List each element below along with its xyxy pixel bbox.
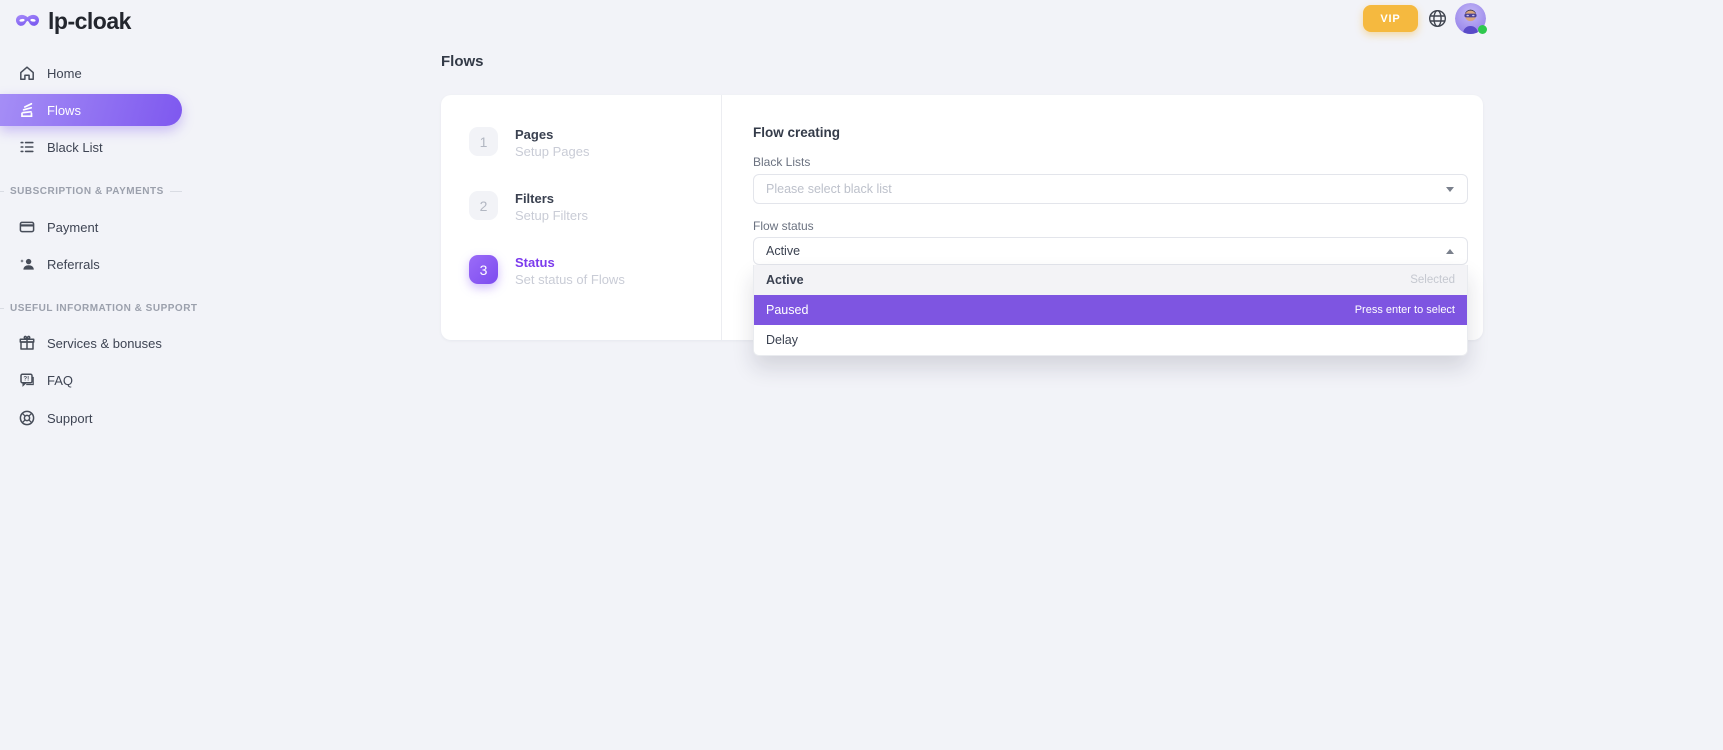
user-avatar[interactable] [1455, 3, 1486, 34]
list-icon [18, 138, 36, 156]
faq-bubble-icon: ?! [18, 371, 36, 389]
flow-creating-card: 1 Pages Setup Pages 2 Filters Setup Filt… [441, 95, 1483, 340]
app-logo[interactable]: lp-cloak [15, 8, 131, 35]
section-title: SUBSCRIPTION & PAYMENTS [10, 186, 164, 197]
sidebar-item-services-bonuses[interactable]: Services & bonuses [0, 327, 200, 359]
sidebar-item-payment[interactable]: Payment [0, 211, 200, 243]
language-globe-icon[interactable] [1428, 9, 1447, 28]
sidebar-item-support[interactable]: Support [0, 402, 200, 434]
option-label: Delay [766, 333, 798, 347]
app-root: lp-cloak VIP [0, 0, 1723, 750]
flow-status-value: Active [766, 244, 800, 258]
app-name: lp-cloak [48, 8, 131, 35]
sidebar-item-label: Home [47, 66, 82, 81]
step-subtitle: Setup Pages [515, 144, 589, 159]
sidebar-item-label: Services & bonuses [47, 336, 162, 351]
credit-card-icon [18, 218, 36, 236]
sidebar-item-flows[interactable]: Flows [0, 94, 182, 126]
sidebar-item-label: Support [47, 411, 93, 426]
page-title: Flows [441, 53, 484, 70]
sidebar-item-home[interactable]: Home [0, 57, 200, 89]
sidebar-item-label: Flows [47, 103, 81, 118]
flow-creating-form: Flow creating Black Lists Please select … [722, 95, 1483, 340]
sidebar-item-label: Payment [47, 220, 98, 235]
sidebar-item-label: Referrals [47, 257, 100, 272]
flow-status-options: Active Selected Paused Press enter to se… [753, 265, 1468, 356]
step-number: 2 [469, 191, 498, 220]
option-label: Paused [766, 303, 808, 317]
chevron-up-icon [1446, 249, 1454, 254]
step-subtitle: Setup Filters [515, 208, 588, 223]
step-number: 3 [469, 255, 498, 284]
online-status-dot [1478, 25, 1487, 34]
vip-button[interactable]: VIP [1363, 5, 1418, 32]
step-title: Pages [515, 127, 589, 142]
option-enter-hint: Press enter to select [1355, 304, 1455, 316]
step-number: 1 [469, 127, 498, 156]
section-title: USEFUL INFORMATION & SUPPORT [10, 303, 198, 314]
flow-status-label: Flow status [753, 220, 1468, 233]
option-delay[interactable]: Delay [754, 325, 1467, 355]
mask-logo-icon [15, 12, 40, 32]
option-label: Active [766, 273, 804, 287]
wizard-step-pages[interactable]: 1 Pages Setup Pages [469, 127, 721, 159]
wizard-steps: 1 Pages Setup Pages 2 Filters Setup Filt… [441, 95, 722, 340]
person-star-icon [18, 255, 36, 273]
black-lists-label: Black Lists [753, 156, 1468, 169]
option-paused[interactable]: Paused Press enter to select [754, 295, 1467, 325]
wizard-step-filters[interactable]: 2 Filters Setup Filters [469, 191, 721, 223]
chevron-down-icon [1446, 187, 1454, 192]
step-subtitle: Set status of Flows [515, 272, 625, 287]
option-selected-hint: Selected [1410, 274, 1455, 286]
form-title: Flow creating [753, 125, 1468, 140]
wizard-step-status[interactable]: 3 Status Set status of Flows [469, 255, 721, 287]
flows-stack-icon [18, 101, 36, 119]
flow-status-select[interactable]: Active [753, 237, 1468, 265]
black-lists-select[interactable]: Please select black list [753, 174, 1468, 204]
sidebar-item-faq[interactable]: ?! FAQ [0, 364, 200, 396]
lifebuoy-icon [18, 409, 36, 427]
home-icon [18, 64, 36, 82]
flow-status-combobox: Active Active Selected Paused Press ente… [753, 237, 1468, 265]
sidebar-item-label: Black List [47, 140, 103, 155]
sidebar-item-referrals[interactable]: Referrals [0, 248, 200, 280]
sidebar-section-support: USEFUL INFORMATION & SUPPORT [0, 303, 182, 314]
step-title: Filters [515, 191, 588, 206]
svg-text:?!: ?! [23, 376, 29, 383]
step-title: Status [515, 255, 625, 270]
option-active[interactable]: Active Selected [754, 265, 1467, 295]
header-actions: VIP [1363, 3, 1486, 34]
sidebar-section-subscription: SUBSCRIPTION & PAYMENTS [0, 186, 182, 197]
black-lists-placeholder: Please select black list [766, 182, 892, 196]
sidebar-item-black-list[interactable]: Black List [0, 131, 200, 163]
gift-icon [18, 334, 36, 352]
sidebar-item-label: FAQ [47, 373, 73, 388]
